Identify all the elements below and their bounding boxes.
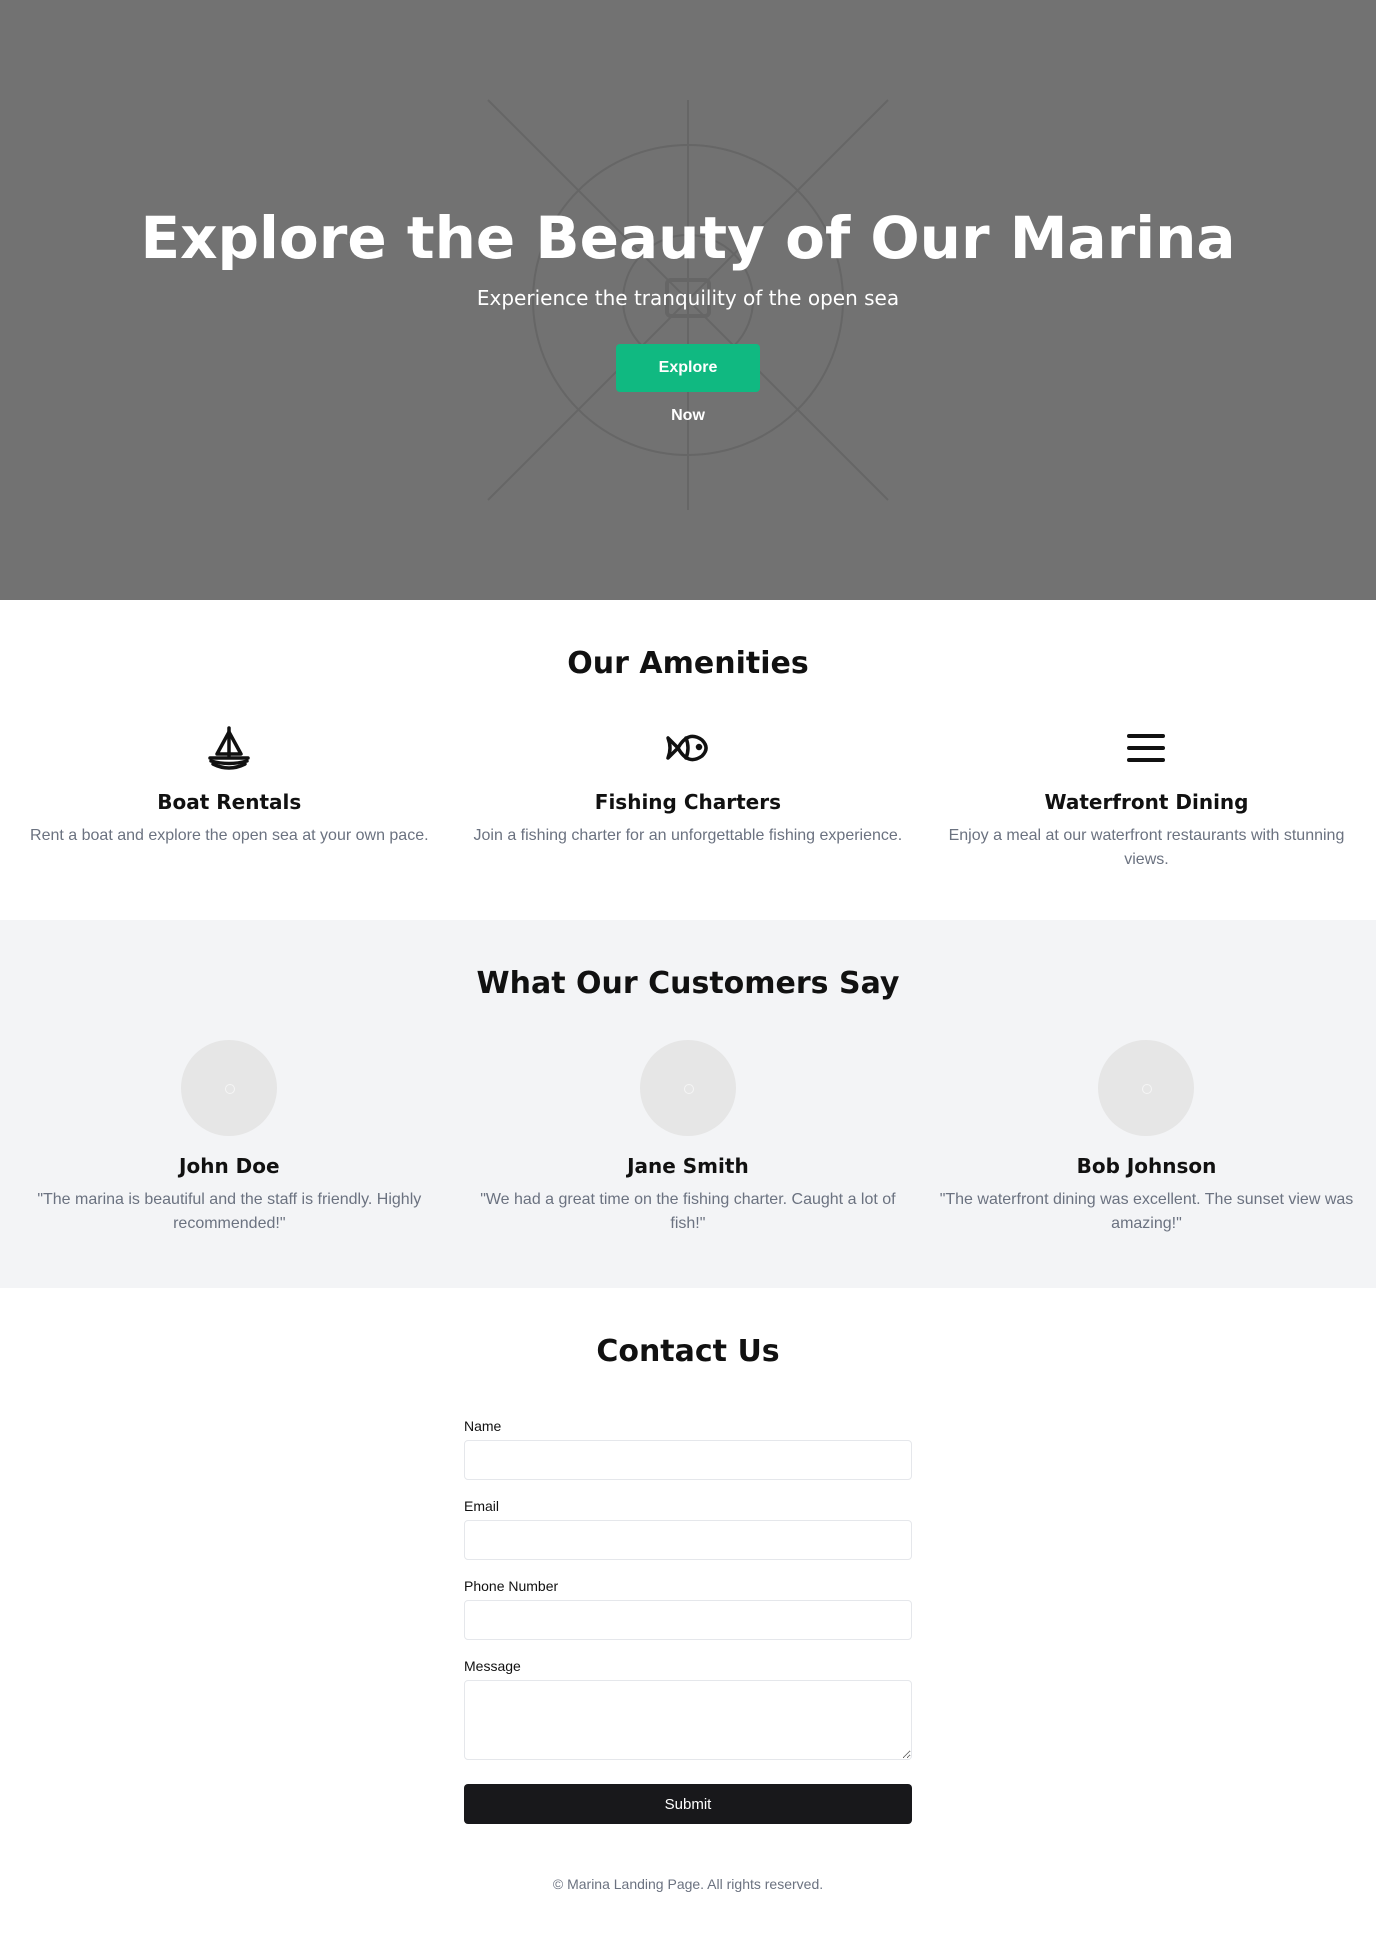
testimonial-quote: "The waterfront dining was excellent. Th… bbox=[939, 1191, 1354, 1232]
submit-button[interactable]: Submit bbox=[464, 1784, 912, 1824]
testimonials-list: John Doe "The marina is beautiful and th… bbox=[0, 1040, 1376, 1236]
hero-subtitle: Experience the tranquility of the open s… bbox=[476, 286, 900, 310]
avatar bbox=[181, 1040, 278, 1136]
amenity-description: Join a fishing charter for an unforgetta… bbox=[473, 827, 903, 844]
testimonial-quote: "The marina is beautiful and the staff i… bbox=[37, 1191, 422, 1232]
message-field-group: Message bbox=[464, 1656, 912, 1760]
testimonials-section: What Our Customers Say John Doe "The mar… bbox=[0, 920, 1376, 1288]
amenities-list: Boat Rentals Rent a boat and explore the… bbox=[0, 724, 1376, 872]
testimonial-card: John Doe "The marina is beautiful and th… bbox=[0, 1040, 459, 1236]
contact-form: Name Email Phone Number Message Submit bbox=[464, 1416, 912, 1824]
fish-icon bbox=[471, 724, 906, 772]
menu-icon bbox=[929, 724, 1364, 772]
amenity-card-fishing-charters: Fishing Charters Join a fishing charter … bbox=[459, 724, 918, 872]
amenity-description: Enjoy a meal at our waterfront restauran… bbox=[948, 827, 1345, 868]
testimonial-name: Jane Smith bbox=[627, 1154, 749, 1178]
contact-title: Contact Us bbox=[596, 1334, 780, 1369]
avatar bbox=[639, 1040, 736, 1136]
name-input[interactable] bbox=[464, 1440, 912, 1480]
amenities-title: Our Amenities bbox=[567, 646, 809, 681]
sailboat-icon bbox=[12, 724, 447, 772]
amenity-title: Waterfront Dining bbox=[1044, 790, 1249, 814]
testimonial-card: Jane Smith "We had a great time on the f… bbox=[459, 1040, 918, 1236]
footer: © Marina Landing Page. All rights reserv… bbox=[0, 1856, 1376, 1936]
amenity-description: Rent a boat and explore the open sea at … bbox=[30, 827, 429, 844]
amenity-title: Fishing Charters bbox=[594, 790, 781, 814]
testimonials-title: What Our Customers Say bbox=[476, 966, 900, 1001]
name-field-group: Name bbox=[464, 1416, 912, 1480]
email-field-group: Email bbox=[464, 1496, 912, 1560]
testimonial-quote: "We had a great time on the fishing char… bbox=[480, 1191, 896, 1232]
amenity-title: Boat Rentals bbox=[157, 790, 302, 814]
phone-label: Phone Number bbox=[464, 1578, 559, 1594]
message-label: Message bbox=[464, 1658, 521, 1674]
testimonial-card: Bob Johnson "The waterfront dining was e… bbox=[917, 1040, 1376, 1236]
amenities-section: Our Amenities Boat Rentals Rent a boat a… bbox=[0, 600, 1376, 920]
email-input[interactable] bbox=[464, 1520, 912, 1560]
message-textarea[interactable] bbox=[464, 1680, 912, 1760]
amenity-card-waterfront-dining: Waterfront Dining Enjoy a meal at our wa… bbox=[917, 724, 1376, 872]
explore-now-button[interactable]: Explore Now bbox=[616, 344, 760, 424]
phone-field-group: Phone Number bbox=[464, 1576, 912, 1640]
amenity-card-boat-rentals: Boat Rentals Rent a boat and explore the… bbox=[0, 724, 459, 872]
phone-input[interactable] bbox=[464, 1600, 912, 1640]
hero-section: Explore the Beauty of Our Marina Experie… bbox=[0, 0, 1376, 600]
avatar bbox=[1098, 1040, 1195, 1136]
footer-copyright: © Marina Landing Page. All rights reserv… bbox=[552, 1876, 824, 1892]
hero-content: Explore the Beauty of Our Marina Experie… bbox=[0, 200, 1376, 425]
hero-title: Explore the Beauty of Our Marina bbox=[140, 204, 1236, 272]
email-label: Email bbox=[464, 1498, 500, 1514]
contact-section: Contact Us Name Email Phone Number Messa… bbox=[0, 1288, 1376, 1856]
testimonial-name: Bob Johnson bbox=[1076, 1154, 1217, 1178]
name-label: Name bbox=[464, 1418, 502, 1434]
testimonial-name: John Doe bbox=[179, 1154, 280, 1178]
